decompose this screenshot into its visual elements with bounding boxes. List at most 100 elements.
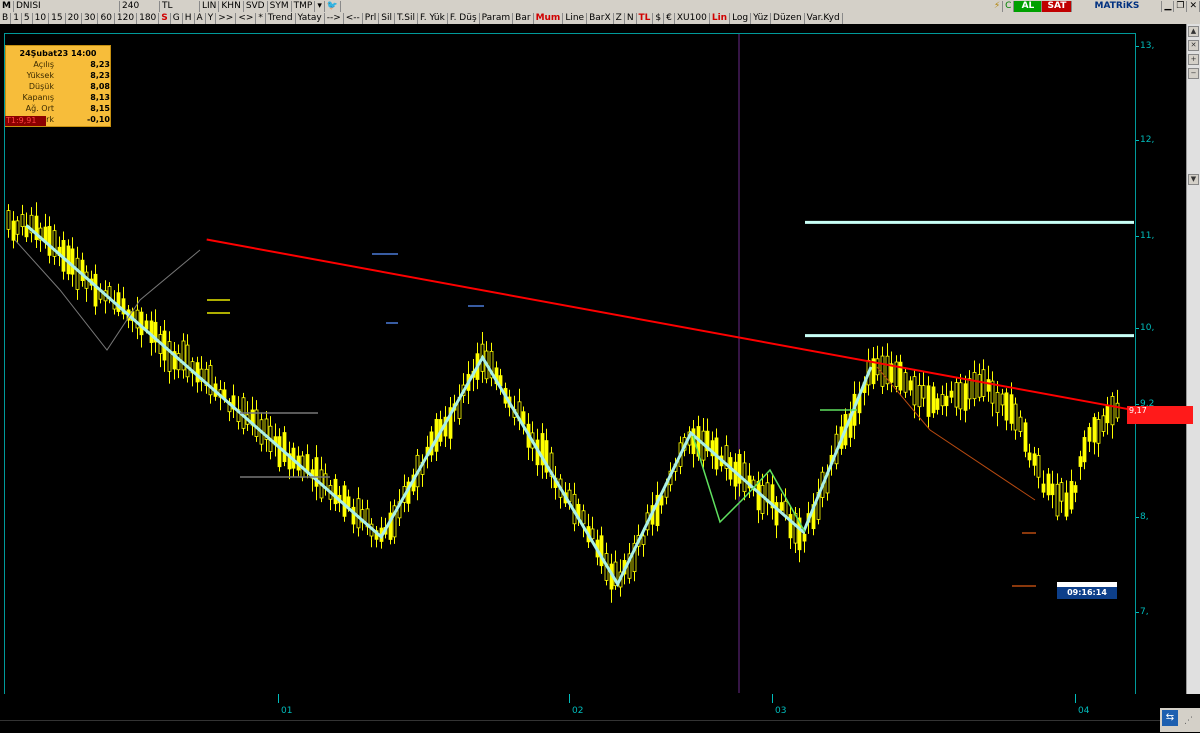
info-label: Kapanış <box>22 93 54 102</box>
candle-body <box>1110 396 1115 426</box>
candle-body <box>581 510 586 525</box>
candle-body <box>954 382 959 408</box>
candle-body <box>1046 473 1051 496</box>
candle-body <box>185 344 190 378</box>
candle-body <box>1032 453 1037 466</box>
info-value: 8,08 <box>90 82 110 91</box>
info-label: Yüksek <box>26 71 54 80</box>
candle-body <box>1036 455 1041 478</box>
candle-body <box>70 248 75 275</box>
candle-body <box>742 462 747 493</box>
candle-body <box>1041 483 1046 493</box>
y-tick-label: 13, <box>1135 41 1155 51</box>
candle-body <box>346 496 351 508</box>
candle-body <box>958 382 963 410</box>
y-tick-label: 7, <box>1136 607 1149 617</box>
candle-body <box>1004 392 1009 421</box>
current-price-badge: 9,17 <box>1127 406 1193 424</box>
candle-body <box>254 409 259 437</box>
candle-info-panel: 24Şubat23 14:00 Açılış 8,23 Yüksek 8,23 … <box>5 45 111 127</box>
candle-body <box>93 273 98 307</box>
x-tick-label: 02 <box>572 706 584 716</box>
time-flag: 09:16:14 <box>1057 582 1117 600</box>
candle-body <box>912 376 917 406</box>
info-label: Ağ. Ort <box>25 104 54 113</box>
x-tick <box>1075 694 1076 703</box>
x-tick-label: 01 <box>281 706 293 716</box>
time-flag-label: 09:16:14 <box>1057 587 1117 599</box>
candle-body <box>1082 437 1087 463</box>
candle-body <box>1055 483 1060 517</box>
candle-body <box>1013 403 1018 431</box>
candle-body <box>931 386 936 414</box>
candle-body <box>737 454 742 484</box>
candle-body <box>80 259 85 281</box>
candle-body <box>282 432 287 463</box>
candle-body <box>195 362 200 383</box>
y-tick-label: 11, <box>1135 231 1155 241</box>
candle-body <box>149 320 154 343</box>
candle-body <box>1096 419 1101 444</box>
price-chart[interactable] <box>0 0 1200 732</box>
sync-icon[interactable]: ⇆ <box>1162 710 1178 726</box>
trendline <box>206 238 1131 411</box>
candle-body <box>1073 485 1078 493</box>
candle-body <box>1050 483 1055 496</box>
candle-body <box>1101 415 1106 432</box>
horizontal-scrollbar[interactable] <box>0 720 1160 733</box>
candle-body <box>1092 417 1097 443</box>
zoom-out-icon[interactable]: − <box>1188 68 1199 79</box>
corner-panel: ⇆ ⋰ <box>1160 708 1200 732</box>
candle-body <box>75 257 80 290</box>
info-value: 8,15 <box>90 104 110 113</box>
scroll-up-icon[interactable]: ▲ <box>1188 26 1199 37</box>
x-tick <box>772 694 773 703</box>
candle-body <box>1018 416 1023 432</box>
candle-body <box>1064 492 1069 517</box>
candle-body <box>802 533 807 542</box>
candle-body <box>917 384 922 408</box>
candle-body <box>1078 456 1083 467</box>
x-tick-label: 03 <box>775 706 787 716</box>
candle-body <box>1087 427 1092 442</box>
info-label: Açılış <box>33 60 54 69</box>
candle-body <box>6 210 11 230</box>
candle-body <box>908 380 913 391</box>
candle-body <box>926 385 931 417</box>
zigzag-line <box>25 224 873 588</box>
candle-body <box>641 535 646 545</box>
scroll-close-icon[interactable]: ✕ <box>1188 40 1199 51</box>
zoom-in-icon[interactable]: + <box>1188 54 1199 65</box>
candle-body <box>11 220 16 241</box>
candle-body <box>963 383 968 411</box>
candle-body <box>1105 404 1110 424</box>
candle-body <box>875 358 880 376</box>
candle-body <box>15 220 20 235</box>
candle-body <box>972 372 977 400</box>
candle-body <box>921 385 926 399</box>
scroll-down-icon[interactable]: ▼ <box>1188 174 1199 185</box>
candle-body <box>1059 482 1064 502</box>
candle-body <box>760 484 765 514</box>
candle-body <box>779 502 784 511</box>
candle-body <box>756 480 761 511</box>
y-tick-label: 10, <box>1135 323 1155 333</box>
x-tick <box>278 694 279 703</box>
candle-body <box>1069 480 1074 510</box>
candle-body <box>20 214 25 228</box>
candle-body <box>277 436 282 468</box>
candle-body <box>208 365 213 396</box>
grip-icon[interactable]: ⋰ <box>1184 716 1193 726</box>
candle-body <box>986 379 991 392</box>
y-tick-label: 8, <box>1136 512 1149 522</box>
vertical-scrollbar[interactable]: ▲ ✕ + − ▼ <box>1186 24 1200 704</box>
candle-body <box>949 390 954 398</box>
info-value: 8,13 <box>90 93 110 102</box>
candle-body <box>940 394 945 407</box>
candle-body <box>1115 402 1120 419</box>
candle-body <box>944 395 949 407</box>
info-value: -0,10 <box>86 115 110 124</box>
candle-body <box>333 478 338 505</box>
info-title: 24Şubat23 14:00 <box>19 49 97 58</box>
y-tick-label: 12, <box>1135 135 1155 145</box>
